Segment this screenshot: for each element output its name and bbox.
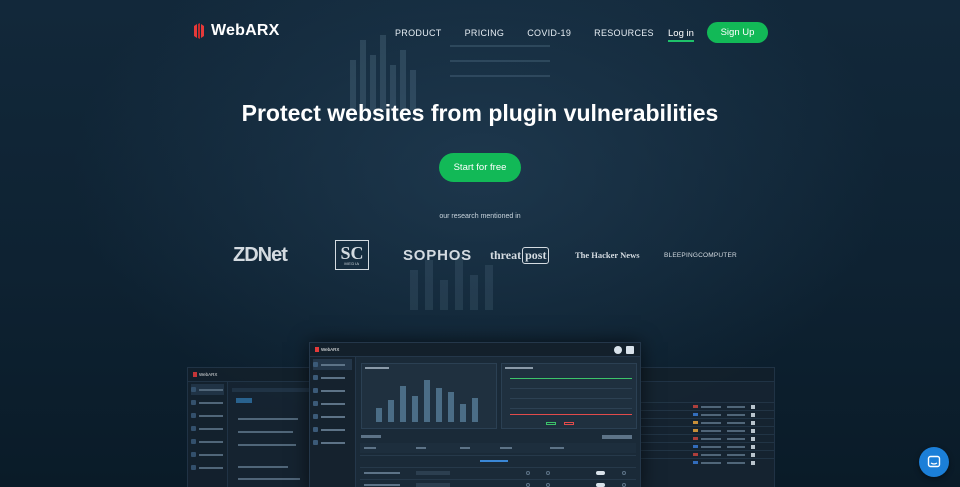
brand-logo[interactable]: WebARX [193,22,279,40]
sophos-logo: SOPHOS [403,246,472,264]
uptime-line [510,378,632,379]
threatpost-logo: threat post [490,240,550,270]
background-chart-decoration [350,35,550,110]
sidebar-item [313,372,352,383]
table-header [360,443,636,453]
dashboard-topbar [641,368,774,382]
dashboard-header-space [641,382,774,402]
dashboard-preview-main: WebARX [309,342,641,487]
search-field [602,435,632,439]
dashboard-chip [236,398,252,403]
sidebar-item [191,423,224,434]
threatpost-logo-post: post [522,246,550,264]
hacker-news-logo: The Hacker News [575,250,640,260]
nav-product[interactable]: PRODUCT [395,28,442,38]
dashboard-preview-left: WebARX [187,367,317,487]
nav-covid-19[interactable]: COVID-19 [527,28,571,38]
avatar [614,346,622,354]
start-for-free-button[interactable]: Start for free [439,153,521,182]
attacks-blocked-panel [361,363,497,429]
bleepingcomputer-logo: BLEEPINGCOMPUTER [664,251,737,259]
dashboard-brand-text: WebARX [199,372,218,377]
dashboard-tabs [232,388,314,392]
legend-up [546,422,556,425]
sidebar-item [191,384,224,395]
sidebar-item [191,397,224,408]
main-nav: PRODUCT PRICING COVID-19 RESOURCES [395,28,654,38]
sidebar-item [313,411,352,422]
uptime-monitoring-panel [501,363,637,429]
table-row [641,434,774,442]
nav-pricing[interactable]: PRICING [465,28,505,38]
log-line [238,478,300,480]
sidebar-item [313,437,352,448]
dashboard-sidebar [310,357,356,487]
table-row [641,450,774,458]
dashboard-logo-icon [315,347,319,352]
sidebar-item [191,410,224,421]
signup-button[interactable]: Sign Up [707,22,768,43]
table-row [641,402,774,410]
legend-down [564,422,574,425]
table-toolbar [361,435,381,438]
threatpost-logo-threat: threat [490,247,522,262]
log-line [238,466,288,468]
dashboard-topbar: WebARX [310,343,640,357]
avatar [626,346,634,354]
table-row [641,410,774,418]
sidebar-item [313,398,352,409]
table-row [360,479,636,487]
sidebar-item [313,424,352,435]
panel-title [365,367,389,369]
sc-logo-subtext: MEDIA [344,261,360,266]
table-row [360,467,636,477]
table-row [641,418,774,426]
dashboard-brand-text: WebARX [321,347,340,352]
table-row [641,458,774,466]
chat-button[interactable] [919,447,949,477]
log-line [238,418,298,420]
dashboard-brand: WebARX [315,347,339,352]
login-link[interactable]: Log in [668,28,694,39]
add-site-row [360,455,636,465]
sidebar-item [313,385,352,396]
table-row [641,442,774,450]
log-line [238,444,296,446]
dashboard-topbar: WebARX [188,368,316,382]
log-line [238,431,293,433]
downtime-line [510,414,632,415]
table-row [641,426,774,434]
sc-media-logo: SC MEDIA [335,240,369,270]
login-underline [668,40,694,42]
dashboard-sidebar [188,382,228,487]
panel-title [505,367,533,369]
hero-title: Protect websites from plugin vulnerabili… [241,100,719,126]
nav-resources[interactable]: RESOURCES [594,28,654,38]
dashboard-preview-right [640,367,775,487]
brand-name: WebARX [211,22,280,39]
sidebar-item [313,359,352,370]
webarx-logo-icon [194,23,204,39]
zdnet-logo: ZDNet [233,243,288,266]
mentioned-in-label: our research mentioned in [439,213,521,220]
sidebar-item [191,449,224,460]
sc-logo-text: SC [340,243,364,263]
dashboard-brand: WebARX [193,372,217,377]
sidebar-item [191,462,224,473]
dashboard-logo-icon [193,372,197,377]
chat-bubble-icon [927,455,941,468]
sidebar-item [191,436,224,447]
